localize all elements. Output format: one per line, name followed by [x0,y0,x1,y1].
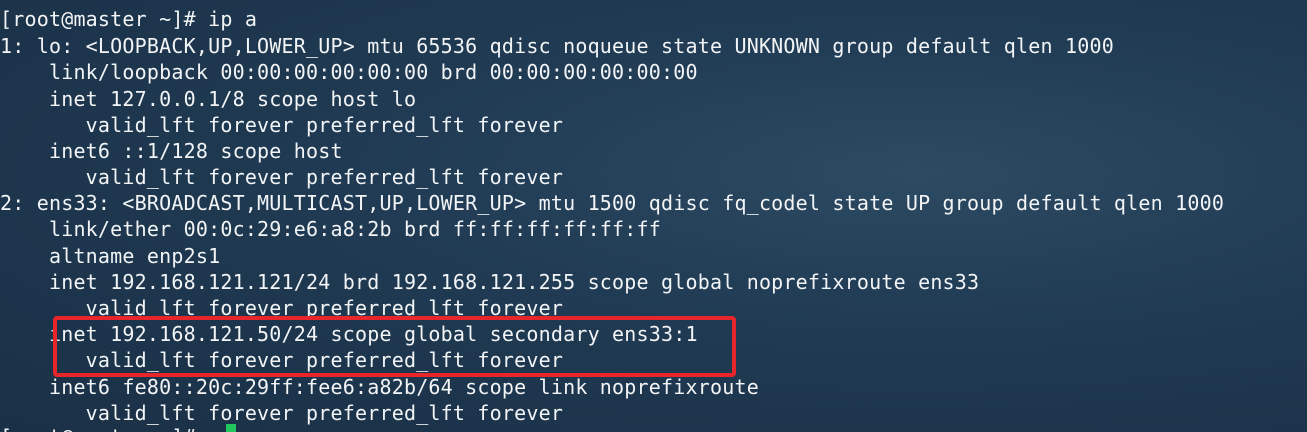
interface-lo-header: 1: lo: <LOOPBACK,UP,LOWER_UP> mtu 65536 … [0,34,1114,58]
lo-inet6-line: inet6 ::1/128 scope host [0,139,343,163]
interface-ens33-header: 2: ens33: <BROADCAST,MULTICAST,UP,LOWER_… [0,191,1225,215]
terminal-window[interactable]: [root@master ~]# ip a 1: lo: <LOOPBACK,U… [0,0,1307,432]
lo-inet6-lifetime-line: valid_lft forever preferred_lft forever [0,165,564,189]
ens33-inet6-line: inet6 fe80::20c:29ff:fee6:a82b/64 scope … [0,375,759,399]
ens33-inet-line: inet 192.168.121.121/24 brd 192.168.121.… [0,270,980,294]
lo-inet-lifetime-line: valid_lft forever preferred_lft forever [0,113,564,137]
ens33-inet6-lifetime-line: valid_lft forever preferred_lft forever [0,401,564,425]
secondary-ip-highlight-box [53,316,736,377]
prompt-line: [root@master ~]# ip a [0,7,258,31]
ens33-altname-line: altname enp2s1 [0,244,221,268]
final-prompt-line: [root@master ~]# [0,424,208,432]
lo-link-line: link/loopback 00:00:00:00:00:00 brd 00:0… [0,60,698,84]
ens33-link-line: link/ether 00:0c:29:e6:a8:2b brd ff:ff:f… [0,217,662,241]
terminal-cursor [226,424,236,432]
lo-inet-line: inet 127.0.0.1/8 scope host lo [0,87,417,111]
